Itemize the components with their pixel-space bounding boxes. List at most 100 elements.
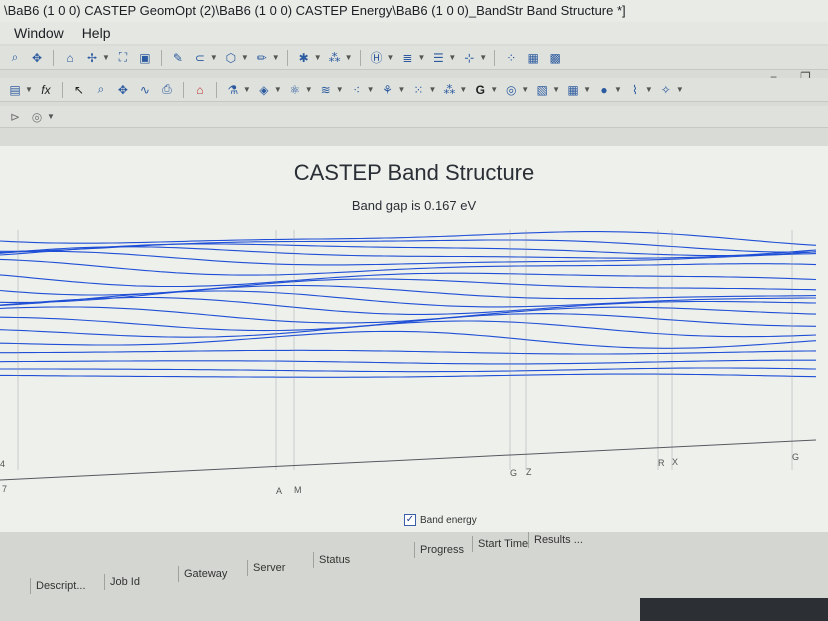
toolbar-separator xyxy=(286,49,288,66)
supercell-icon[interactable]: ▩ xyxy=(546,49,564,67)
band-plot[interactable]: ZAMGZRXG47 xyxy=(0,230,828,500)
print-icon[interactable]: ⎙ xyxy=(158,81,176,99)
toolbar-1: ⌕ ✥ ⌂ ✢ ▼ ⛶ ▣ ✎ ⊂ ▼ ⬡ ▼ ✏ ▼ ✱ ▼ ⁂ ▼ Ⓗ ▼ … xyxy=(0,46,828,70)
move-icon[interactable]: ✢ xyxy=(83,49,101,67)
dropdown-arrow-icon[interactable]: ▼ xyxy=(479,53,487,62)
dot-grid-icon[interactable]: ⁙ xyxy=(409,81,427,99)
dropdown-arrow-icon[interactable]: ▼ xyxy=(614,85,622,94)
pencil-icon[interactable]: ✎ xyxy=(169,49,187,67)
module-icon[interactable]: ⚗ xyxy=(224,81,242,99)
dropdown-arrow-icon[interactable]: ▼ xyxy=(676,85,684,94)
dmol-icon[interactable]: ⚘ xyxy=(379,81,397,99)
dropdown-arrow-icon[interactable]: ▼ xyxy=(336,85,344,94)
band-line xyxy=(0,306,817,324)
col-results[interactable]: Results ... xyxy=(528,532,583,548)
toolbar-3: ⊳ ◎ ▼ xyxy=(0,106,828,128)
lattice-icon[interactable]: ⁂ xyxy=(326,49,344,67)
cluster-icon[interactable]: ⁖ xyxy=(348,81,366,99)
col-gateway[interactable]: Gateway xyxy=(178,566,227,582)
fit-icon[interactable]: ⛶ xyxy=(114,49,132,67)
dropdown-arrow-icon[interactable]: ▼ xyxy=(398,85,406,94)
script-icon[interactable]: ▤ xyxy=(6,81,24,99)
toolbar-separator xyxy=(359,49,361,66)
target-icon[interactable]: ◎ xyxy=(502,81,520,99)
band-line xyxy=(0,373,817,378)
hydrogen-icon[interactable]: Ⓗ xyxy=(368,49,386,67)
chart-title: CASTEP Band Structure xyxy=(293,160,535,185)
menu-window[interactable]: Window xyxy=(14,22,64,44)
col-server[interactable]: Server xyxy=(247,560,285,576)
col-job-id[interactable]: Job Id xyxy=(104,574,140,590)
color-icon[interactable]: ✧ xyxy=(657,81,675,99)
mesocite-icon[interactable]: ▧ xyxy=(533,81,551,99)
dropdown-arrow-icon[interactable]: ▼ xyxy=(490,85,498,94)
measure-icon[interactable]: ⊹ xyxy=(460,49,478,67)
dropdown-arrow-icon[interactable]: ▼ xyxy=(272,53,280,62)
toolbar-separator xyxy=(53,49,54,66)
dropdown-arrow-icon[interactable]: ▼ xyxy=(102,53,110,62)
dropdown-arrow-icon[interactable]: ▼ xyxy=(645,85,653,94)
band-energy-checkbox[interactable]: ✓ xyxy=(404,514,416,526)
list-icon[interactable]: ☰ xyxy=(429,49,447,67)
dropdown-arrow-icon[interactable]: ▼ xyxy=(314,53,322,62)
wave-icon[interactable]: ≋ xyxy=(317,81,335,99)
bond-icon[interactable]: ⊂ xyxy=(191,49,209,67)
ring-icon[interactable]: ⬡ xyxy=(222,49,240,67)
dropdown-arrow-icon[interactable]: ▼ xyxy=(210,53,218,62)
symmetry-icon[interactable]: ⁘ xyxy=(502,49,520,67)
function-icon[interactable]: fx xyxy=(37,81,55,99)
qsar-icon[interactable]: ▦ xyxy=(564,81,582,99)
chart-icon[interactable]: ⌇ xyxy=(626,81,644,99)
dropdown-arrow-icon[interactable]: ▼ xyxy=(243,85,251,94)
spectrum-icon[interactable]: ∿ xyxy=(136,81,154,99)
cell-icon[interactable]: ▦ xyxy=(524,49,542,67)
k-point-label: X xyxy=(672,457,678,467)
dropdown-arrow-icon[interactable]: ▼ xyxy=(521,85,529,94)
k-point-label: A xyxy=(276,486,282,496)
screen-icon[interactable]: ▣ xyxy=(136,49,154,67)
dropdown-arrow-icon[interactable]: ▼ xyxy=(241,53,249,62)
sphere-icon[interactable]: ● xyxy=(595,81,613,99)
gulp-icon[interactable]: G xyxy=(471,81,489,99)
col-status[interactable]: Status xyxy=(313,552,350,568)
dropdown-arrow-icon[interactable]: ▼ xyxy=(367,85,375,94)
menu-help[interactable]: Help xyxy=(82,22,111,44)
crystal-icon[interactable]: ✱ xyxy=(295,49,313,67)
align-icon[interactable]: ≣ xyxy=(398,49,416,67)
band-line xyxy=(0,330,817,349)
col-progress[interactable]: Progress xyxy=(414,542,464,558)
toolbar-separator xyxy=(61,81,63,98)
dropdown-arrow-icon[interactable]: ▼ xyxy=(583,85,591,94)
forcite-icon[interactable]: ◈ xyxy=(255,81,273,99)
x-axis-line xyxy=(0,439,817,481)
dropdown-arrow-icon[interactable]: ▼ xyxy=(274,85,282,94)
pan-icon[interactable]: ✥ xyxy=(28,49,46,67)
zoom-icon[interactable]: ⌕ xyxy=(6,49,24,67)
magnifier-icon[interactable]: ⌕ xyxy=(92,81,110,99)
dropdown-arrow-icon[interactable]: ▼ xyxy=(417,53,425,62)
house-icon[interactable]: ⌂ xyxy=(191,81,209,99)
dropdown-arrow-icon[interactable]: ▼ xyxy=(428,85,436,94)
label-icon[interactable]: ⊳ xyxy=(6,108,24,126)
dropdown-arrow-icon[interactable]: ▼ xyxy=(25,85,33,94)
col-description[interactable]: Descript... xyxy=(30,578,86,594)
dropdown-arrow-icon[interactable]: ▼ xyxy=(459,85,467,94)
band-line xyxy=(0,349,817,355)
dropdown-arrow-icon[interactable]: ▼ xyxy=(552,85,560,94)
dropdown-arrow-icon[interactable]: ▼ xyxy=(387,53,395,62)
dropdown-arrow-icon[interactable]: ▼ xyxy=(305,85,313,94)
legend: ✓ Band energy xyxy=(404,514,477,526)
translate-icon[interactable]: ✥ xyxy=(114,81,132,99)
home-icon[interactable]: ⌂ xyxy=(61,49,79,67)
dropdown-arrow-icon[interactable]: ▼ xyxy=(345,53,353,62)
dropdown-arrow-icon[interactable]: ▼ xyxy=(448,53,456,62)
col-start-time[interactable]: Start Time xyxy=(472,536,528,552)
k-point-label: R xyxy=(658,458,665,468)
pointer-icon[interactable]: ↖ xyxy=(70,81,88,99)
castep-icon[interactable]: ⚛ xyxy=(286,81,304,99)
dropdown-arrow-icon[interactable]: ▼ xyxy=(47,112,55,121)
sorption-icon[interactable]: ⁂ xyxy=(440,81,458,99)
draw-icon[interactable]: ✏ xyxy=(253,49,271,67)
display-style-icon[interactable]: ◎ xyxy=(28,108,46,126)
band-line xyxy=(0,258,817,276)
